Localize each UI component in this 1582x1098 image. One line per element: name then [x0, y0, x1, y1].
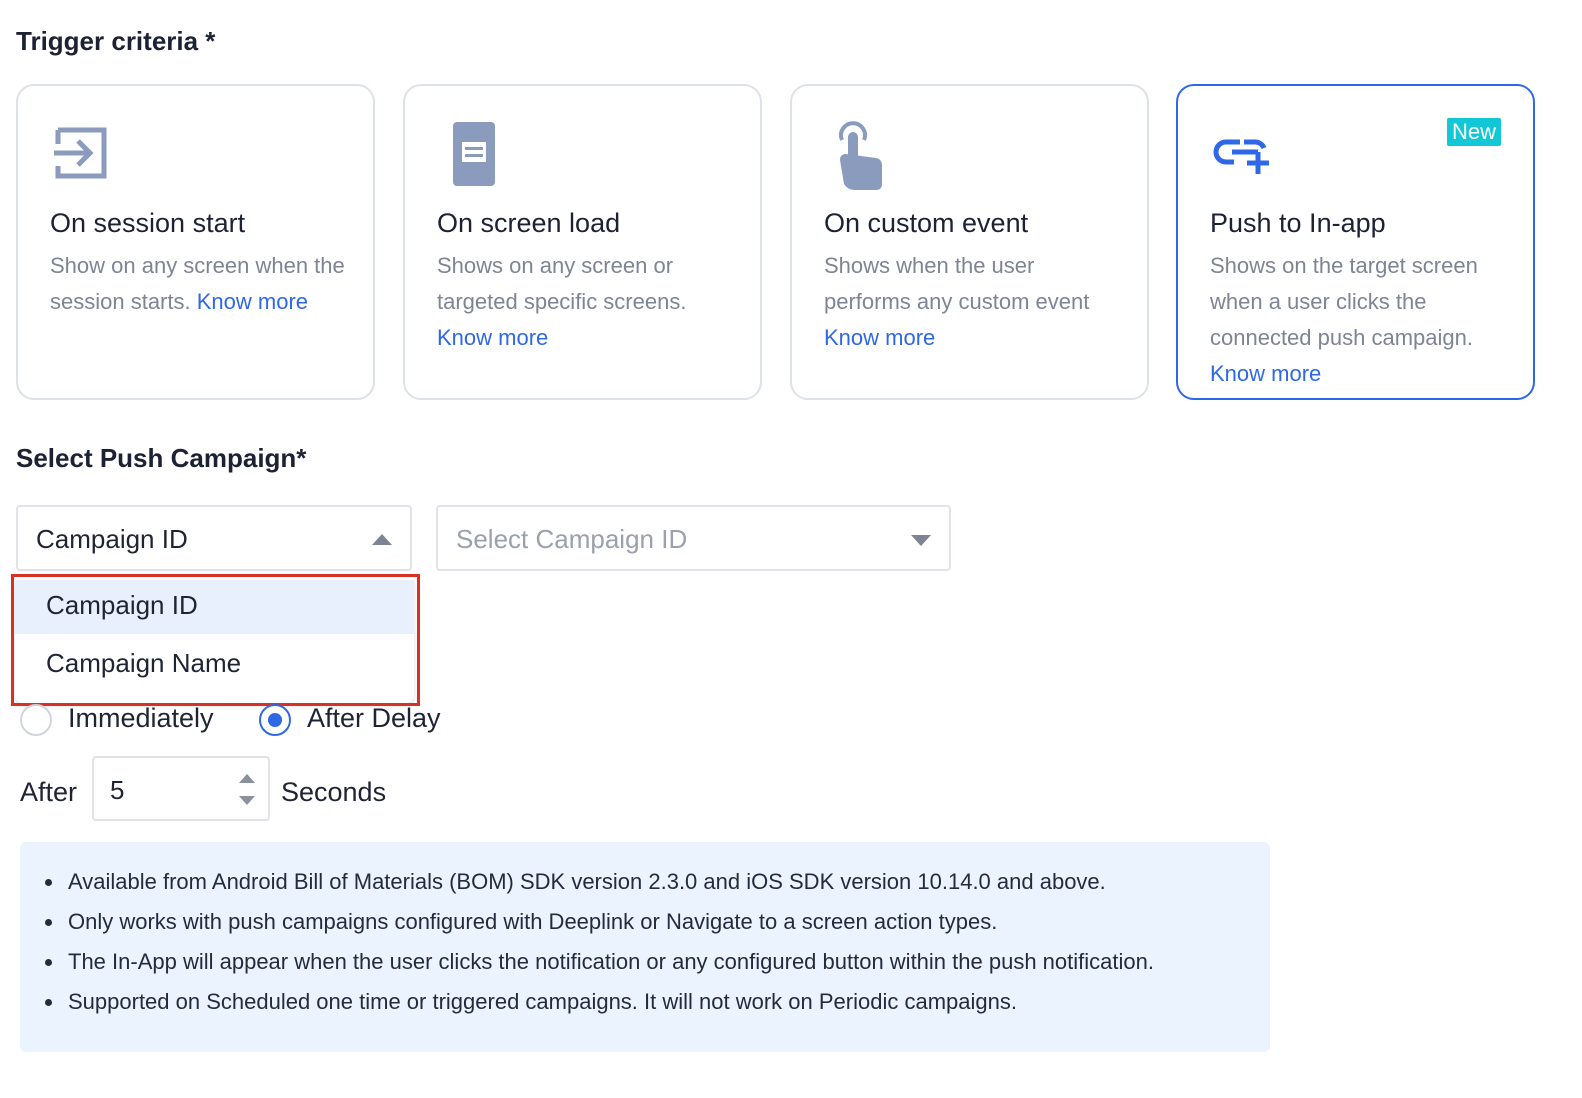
decrement-arrow-icon[interactable] — [239, 796, 255, 805]
card-push-to-inapp[interactable]: New Push to In-app Shows on the target s… — [1176, 84, 1535, 400]
dropdown-option-campaign-id[interactable]: Campaign ID — [15, 580, 414, 634]
card-session-start[interactable]: On session start Show on any screen when… — [16, 84, 375, 400]
radio-after-delay[interactable] — [259, 704, 291, 736]
know-more-link[interactable]: Know more — [824, 325, 935, 350]
card-description: Show on any screen when the session star… — [50, 253, 345, 314]
screen-document-icon — [453, 122, 495, 186]
card-custom-event[interactable]: On custom event Shows when the user perf… — [790, 84, 1149, 400]
dropdown-option-campaign-name[interactable]: Campaign Name — [15, 638, 414, 692]
info-note: Only works with push campaigns configure… — [44, 902, 1154, 942]
radio-label-immediately: Immediately — [68, 703, 214, 733]
card-title: On custom event — [824, 208, 1029, 238]
know-more-link[interactable]: Know more — [197, 289, 308, 314]
session-enter-icon — [54, 127, 107, 179]
info-note: Supported on Scheduled one time or trigg… — [44, 982, 1154, 1022]
radio-immediately[interactable] — [20, 704, 52, 736]
increment-arrow-icon[interactable] — [239, 774, 255, 783]
campaign-id-select[interactable]: Select Campaign ID — [436, 505, 951, 571]
trigger-criteria-title: Trigger criteria * — [16, 26, 216, 56]
delay-number-input[interactable]: 5 — [92, 756, 270, 821]
link-plus-icon — [1213, 139, 1269, 174]
select-push-campaign-title: Select Push Campaign* — [16, 443, 307, 473]
new-badge: New — [1446, 118, 1501, 146]
card-description: Shows on any screen or targeted specific… — [437, 253, 687, 350]
card-description: Shows when the user performs any custom … — [824, 253, 1090, 350]
know-more-link[interactable]: Know more — [437, 325, 548, 350]
seconds-label: Seconds — [281, 777, 387, 807]
card-title: Push to In-app — [1210, 208, 1386, 238]
campaign-type-select[interactable]: Campaign ID — [16, 505, 412, 571]
chevron-up-icon — [372, 534, 392, 545]
select-value: Campaign ID — [36, 524, 188, 554]
campaign-type-dropdown: Campaign ID Campaign Name — [15, 576, 414, 703]
info-note: Available from Android Bill of Materials… — [44, 862, 1154, 902]
card-screen-load[interactable]: On screen load Shows on any screen or ta… — [403, 84, 762, 400]
card-title: On session start — [50, 208, 246, 238]
info-note: The In-App will appear when the user cli… — [44, 942, 1154, 982]
delay-value: 5 — [110, 775, 125, 805]
info-notes-box: Available from Android Bill of Materials… — [20, 842, 1270, 1052]
tap-hand-icon — [839, 121, 882, 190]
card-description: Shows on the target screen when a user c… — [1210, 253, 1478, 386]
after-label: After — [20, 777, 78, 807]
know-more-link[interactable]: Know more — [1210, 361, 1321, 386]
info-notes-list: Available from Android Bill of Materials… — [44, 862, 1154, 1022]
radio-label-after-delay: After Delay — [307, 703, 441, 733]
chevron-down-icon — [911, 535, 931, 546]
card-title: On screen load — [437, 208, 621, 238]
select-placeholder: Select Campaign ID — [456, 524, 688, 554]
